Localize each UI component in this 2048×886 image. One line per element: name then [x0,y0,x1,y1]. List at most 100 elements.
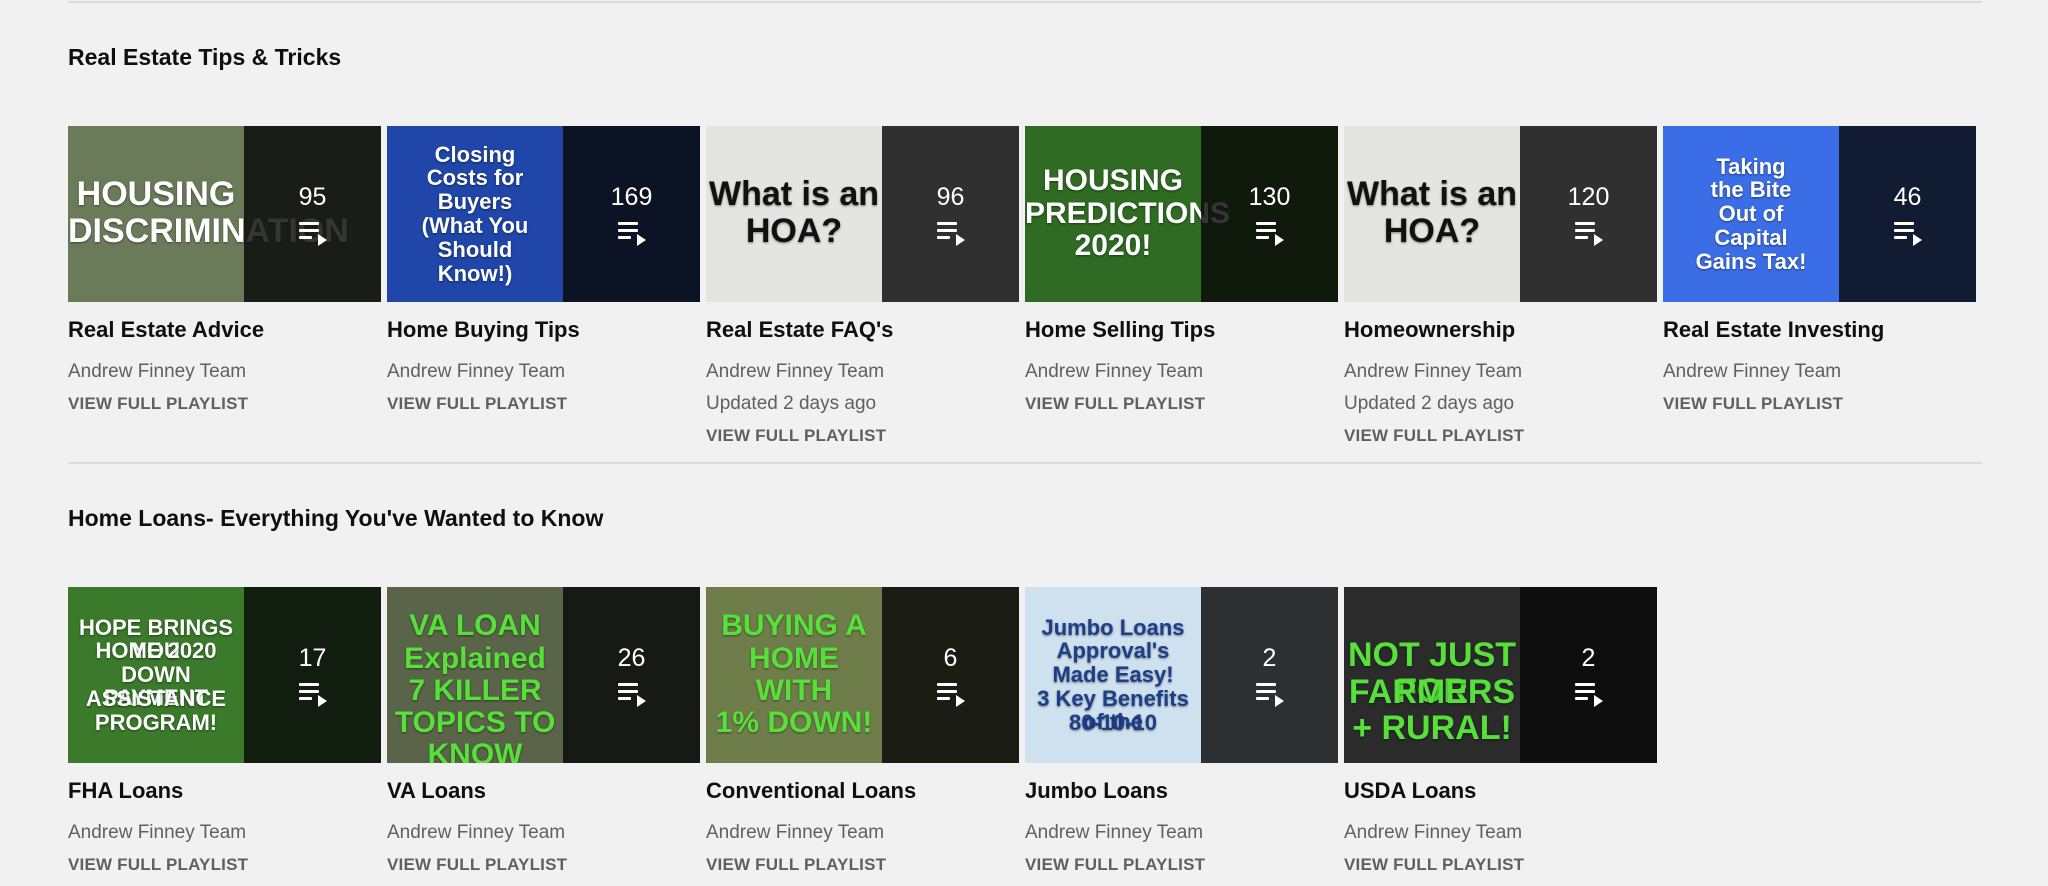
playlist-thumbnail[interactable]: HOPE BRINGS YOU HOME 2020 DOWN PAYMENT ASSI… [68,587,381,763]
view-full-playlist-link[interactable]: VIEW FULL PLAYLIST [68,849,381,881]
thumbnail-caption-line: BUYING A [721,609,867,643]
thumbnail-caption-line: Explained [404,641,546,675]
video-count: 26 [617,643,646,672]
thumbnail-caption-line: 80-10-10 [1068,709,1158,735]
thumbnail-caption-line: HOUSING [1042,164,1183,198]
playlist-card: VA LOAN Explained 7 KILLER TOPICS TO KNOW 26… [387,587,700,881]
thumbnail-caption-line: What is an [708,175,880,214]
playlist-card: Jumbo Loans Approval's Made Easy! 3 Key Ben… [1025,587,1338,881]
playlist-icon [1255,682,1284,707]
channel-name[interactable]: Andrew Finney Team [387,356,700,388]
playlist-icon [298,221,327,246]
channel-name[interactable]: Andrew Finney Team [706,356,1019,388]
thumbnail-caption-line: DISCRIMINATION [68,212,349,250]
view-full-playlist-link[interactable]: VIEW FULL PLAYLIST [1663,388,1976,420]
playlist-title[interactable]: Conventional Loans [706,777,1019,805]
playlist-thumbnail[interactable]: What is an HOA? 96 [706,126,1019,302]
playlist-title[interactable]: Real Estate FAQ's [706,316,1019,344]
channel-name[interactable]: Andrew Finney Team [387,817,700,849]
playlist-thumbnail[interactable]: NOT JUST FOR FARMERS + RURAL! 2 [1344,587,1657,763]
video-count: 120 [1567,182,1610,211]
view-full-playlist-link[interactable]: VIEW FULL PLAYLIST [387,849,700,881]
playlist-title[interactable]: USDA Loans [1344,777,1657,805]
playlist-title[interactable]: Home Selling Tips [1025,316,1338,344]
view-full-playlist-link[interactable]: VIEW FULL PLAYLIST [1025,388,1338,420]
playlist-icon [936,682,965,707]
playlist-card: Taking the Bite Out of Capital Gains Tax! 46 R… [1663,126,1976,452]
playlist-thumbnail[interactable]: Jumbo Loans Approval's Made Easy! 3 Key Ben… [1025,587,1338,763]
thumbnail-caption-line: 7 KILLER [408,674,542,707]
playlist-count-overlay: 95 [244,126,381,302]
playlist-meta: Andrew Finney Team VIEW FULL PLAYLIST [1025,356,1338,420]
playlist-meta: Andrew Finney Team VIEW FULL PLAYLIST [387,817,700,881]
playlist-thumbnail[interactable]: Closing Costs for Buyers (What You Should Kno… [387,126,700,302]
playlist-meta: Andrew Finney Team VIEW FULL PLAYLIST [68,356,381,420]
thumbnail-caption-line: VA LOAN [409,609,541,643]
shelf-title[interactable]: Real Estate Tips & Tricks [68,42,1988,72]
view-full-playlist-link[interactable]: VIEW FULL PLAYLIST [1025,849,1338,881]
channel-name[interactable]: Andrew Finney Team [1344,817,1657,849]
view-full-playlist-link[interactable]: VIEW FULL PLAYLIST [387,388,700,420]
thumbnail-caption-line: ASSISTANCE [85,685,227,711]
playlist-icon [1574,682,1603,707]
thumbnail-caption-line: Should [437,236,513,262]
thumbnail-caption-line: PREDICTIONS [1025,196,1231,230]
view-full-playlist-link[interactable]: VIEW FULL PLAYLIST [706,420,1019,452]
playlist-thumbnail[interactable]: HOUSING PREDICTIONS 2020! 130 [1025,126,1338,302]
playlist-thumbnail[interactable]: What is an HOA? 120 [1344,126,1657,302]
playlist-row: HOPE BRINGS YOU HOME 2020 DOWN PAYMENT ASSI… [68,587,1657,881]
playlist-card: What is an HOA? 120 Homeownership Andrew Fin… [1344,126,1657,452]
playlist-thumbnail[interactable]: Taking the Bite Out of Capital Gains Tax! 46 [1663,126,1976,302]
playlist-count-overlay: 2 [1520,587,1657,763]
playlist-meta: Andrew Finney Team VIEW FULL PLAYLIST [1663,356,1976,420]
playlist-thumbnail[interactable]: BUYING A HOME WITH 1% DOWN! 6 [706,587,1019,763]
playlist-count-overlay: 26 [563,587,700,763]
playlist-thumbnail[interactable]: VA LOAN Explained 7 KILLER TOPICS TO KNOW 26 [387,587,700,763]
channel-name[interactable]: Andrew Finney Team [1344,356,1657,388]
playlist-count-overlay: 2 [1201,587,1338,763]
shelf-title[interactable]: Home Loans- Everything You've Wanted to … [68,503,1988,533]
playlist-meta: Andrew Finney Team VIEW FULL PLAYLIST [68,817,381,881]
playlist-thumbnail[interactable]: HOUSING DISCRIMINATION 95 [68,126,381,302]
thumbnail-caption-line: Made Easy! [1052,662,1174,688]
thumbnail-caption-line: 1% DOWN! [715,706,873,740]
thumbnail-caption-line: HOA? [1383,212,1481,250]
thumbnail-caption-line: Gains Tax! [1695,248,1807,274]
playlist-icon [1255,221,1284,246]
video-count: 2 [1262,643,1277,672]
thumbnail-caption-line: Taking [1716,153,1786,179]
shelf-home-loans: Home Loans- Everything You've Wanted to … [68,503,1988,874]
playlist-count-overlay: 46 [1839,126,1976,302]
channel-name[interactable]: Andrew Finney Team [1025,356,1338,388]
playlist-card: BUYING A HOME WITH 1% DOWN! 6 Conventional Lo… [706,587,1019,881]
playlist-meta: Andrew Finney Team VIEW FULL PLAYLIST [1025,817,1338,881]
playlist-title[interactable]: FHA Loans [68,777,381,805]
playlist-count-overlay: 169 [563,126,700,302]
video-count: 6 [943,643,958,672]
playlist-title[interactable]: Jumbo Loans [1025,777,1338,805]
channel-name[interactable]: Andrew Finney Team [706,817,1019,849]
channel-name[interactable]: Andrew Finney Team [68,817,381,849]
channel-name[interactable]: Andrew Finney Team [1663,356,1976,388]
playlist-title[interactable]: Real Estate Investing [1663,316,1976,344]
view-full-playlist-link[interactable]: VIEW FULL PLAYLIST [1344,420,1657,452]
playlist-card: HOUSING PREDICTIONS 2020! 130 Home Selling T… [1025,126,1338,452]
playlist-row: HOUSING DISCRIMINATION 95 Real Estate Advic… [68,126,1976,452]
playlist-title[interactable]: Real Estate Advice [68,316,381,344]
playlist-title[interactable]: VA Loans [387,777,700,805]
playlist-title[interactable]: Homeownership [1344,316,1657,344]
channel-name[interactable]: Andrew Finney Team [68,356,381,388]
view-full-playlist-link[interactable]: VIEW FULL PLAYLIST [68,388,381,420]
video-count: 95 [298,182,327,211]
view-full-playlist-link[interactable]: VIEW FULL PLAYLIST [706,849,1019,881]
view-full-playlist-link[interactable]: VIEW FULL PLAYLIST [1344,849,1657,881]
playlist-meta: Andrew Finney Team VIEW FULL PLAYLIST [706,817,1019,881]
thumbnail-caption-line: Jumbo Loans [1041,614,1185,640]
video-count: 46 [1893,182,1922,211]
playlist-count-overlay: 96 [882,126,1019,302]
top-divider [68,1,1982,3]
thumbnail-caption-line: Out of [1718,201,1784,227]
playlist-title[interactable]: Home Buying Tips [387,316,700,344]
thumbnail-caption-line: the Bite [1710,177,1792,203]
channel-name[interactable]: Andrew Finney Team [1025,817,1338,849]
